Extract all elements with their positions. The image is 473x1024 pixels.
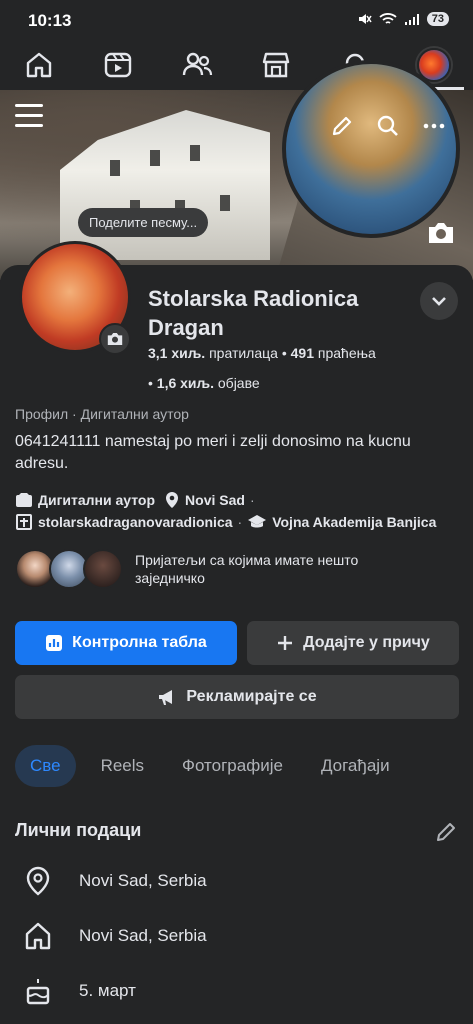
creator-icon	[16, 493, 32, 507]
share-song-tooltip[interactable]: Поделите песму...	[78, 208, 209, 237]
cover-window	[110, 160, 120, 176]
dashboard-icon	[46, 635, 63, 651]
plus-icon	[278, 636, 293, 650]
details-row: stolarskadraganovaradionica · Vojna Akad…	[15, 513, 436, 531]
followers-count[interactable]: 3,1 хиљ.	[148, 345, 205, 361]
signal-icon	[404, 14, 419, 25]
friends-icon	[182, 52, 213, 76]
nav-home[interactable]	[9, 40, 69, 90]
detail-creator: Дигитални аутор	[38, 492, 156, 508]
avatar	[83, 549, 123, 589]
home-icon	[27, 52, 52, 78]
camera-icon	[107, 333, 123, 345]
profile-options-button[interactable]	[420, 282, 458, 320]
separator: •	[148, 375, 157, 391]
following-count[interactable]: 491	[291, 345, 314, 361]
detail-instagram[interactable]: stolarskadraganovaradionica	[38, 514, 233, 530]
dashboard-button[interactable]: Контролна табла	[15, 621, 237, 665]
detail-city[interactable]: Novi Sad	[185, 492, 245, 508]
hometown-text: Novi Sad, Serbia	[79, 926, 207, 945]
cover-icon-image	[282, 60, 460, 238]
following-label: праћења	[317, 345, 376, 361]
cover-window	[150, 150, 160, 166]
edit-avatar-button[interactable]	[99, 323, 131, 355]
separator: ·	[249, 492, 255, 508]
battery-indicator: 73	[426, 12, 449, 26]
profile-stats: 3,1 хиљ. пратилаца • 491 праћења	[148, 345, 376, 361]
camera-icon	[429, 223, 453, 243]
home-icon	[25, 922, 51, 950]
mutual-friends[interactable]: Пријатељи са којима имате нешто заједнич…	[15, 549, 415, 589]
add-story-label: Додајте у причу	[303, 634, 430, 651]
cover-monastery	[60, 110, 270, 260]
info-birthday: 5. март	[24, 976, 136, 1006]
location-pin-icon	[26, 866, 50, 896]
nav-reels[interactable]	[88, 40, 148, 90]
tab-events[interactable]: Догађаји	[308, 745, 403, 787]
advertise-label: Рекламирајте се	[186, 688, 317, 705]
nav-marketplace[interactable]	[246, 40, 306, 90]
cover-window	[220, 195, 230, 211]
tab-reels[interactable]: Reels	[88, 745, 157, 787]
search-icon[interactable]	[376, 114, 400, 138]
profile-bio: 0641241111 namestaj po meri i zelji dono…	[15, 433, 411, 472]
edit-personal-info-button[interactable]	[434, 820, 458, 849]
more-icon[interactable]	[422, 114, 446, 138]
separator: •	[281, 345, 291, 361]
mute-icon	[358, 14, 372, 24]
info-location: Novi Sad, Serbia	[24, 866, 207, 896]
details-row: Дигитални аутор Novi Sad ·	[15, 491, 255, 509]
edit-icon[interactable]	[330, 114, 354, 138]
personal-info-title: Лични подаци	[15, 820, 142, 840]
mutual-friends-text: Пријатељи са којима имате нешто заједнич…	[135, 552, 359, 586]
dashboard-label: Контролна табла	[72, 634, 207, 651]
status-bar: 10:13 73	[0, 0, 473, 40]
instagram-icon	[16, 514, 32, 530]
store-icon	[262, 52, 290, 78]
birthday-text: 5. март	[79, 981, 136, 1000]
profile-category: Профил · Дигитални аутор	[15, 406, 189, 422]
chevron-down-icon	[432, 297, 446, 306]
cover-tools	[330, 114, 446, 138]
posts-count: 1,6 хиљ.	[156, 375, 214, 391]
status-icons: 73	[356, 11, 449, 27]
edit-cover-button[interactable]	[424, 216, 458, 250]
nav-friends[interactable]	[167, 40, 227, 90]
pencil-icon	[437, 823, 455, 841]
cake-icon	[26, 979, 50, 1005]
followers-label: пратилаца	[209, 345, 278, 361]
tab-photos[interactable]: Фотографије	[169, 745, 296, 787]
graduation-cap-icon	[248, 515, 267, 528]
info-hometown: Novi Sad, Serbia	[24, 921, 207, 951]
location-text: Novi Sad, Serbia	[79, 871, 207, 890]
video-icon	[105, 52, 132, 78]
profile-tabs: Све Reels Фотографије Догађаји	[15, 745, 403, 787]
cover-window	[190, 145, 200, 161]
menu-icon[interactable]	[15, 104, 43, 134]
advertise-button[interactable]: Рекламирајте се	[15, 675, 459, 719]
location-pin-icon	[166, 492, 179, 508]
profile-name: Stolarska Radionica Dragan	[148, 286, 359, 340]
status-time: 10:13	[28, 11, 72, 30]
posts-label: објаве	[217, 375, 260, 391]
detail-school[interactable]: Vojna Akademija Banjica	[272, 514, 436, 530]
wifi-icon	[379, 13, 397, 24]
add-story-button[interactable]: Додајте у причу	[247, 621, 459, 665]
profile-posts-stat: • 1,6 хиљ. објаве	[148, 375, 260, 391]
separator: ·	[237, 514, 243, 530]
tab-all[interactable]: Све	[15, 745, 76, 787]
megaphone-icon	[159, 690, 173, 705]
